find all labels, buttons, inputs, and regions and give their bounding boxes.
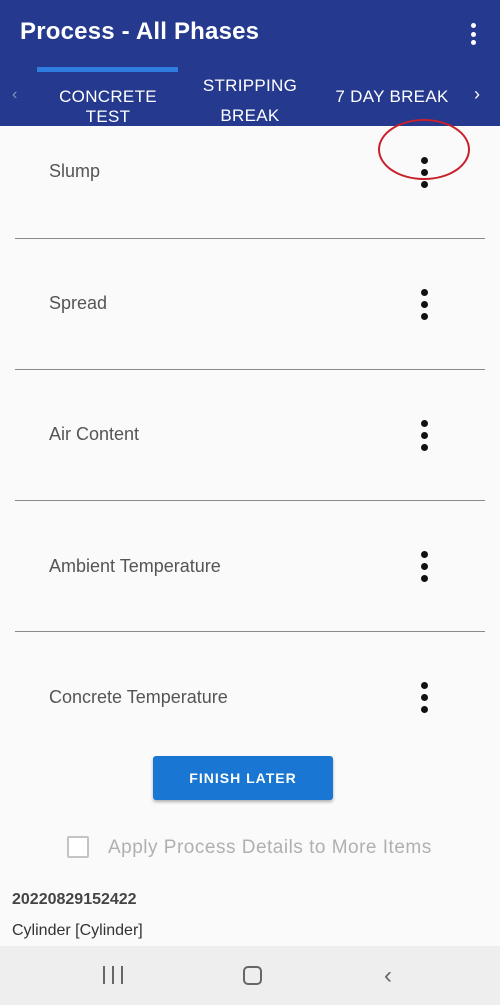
apply-details-label[interactable]: Apply Process Details to More Items: [108, 837, 432, 859]
apply-details-checkbox[interactable]: [67, 836, 89, 858]
test-label: Slump: [49, 161, 101, 181]
more-vert-icon[interactable]: [412, 679, 436, 715]
more-vert-icon[interactable]: [458, 18, 488, 50]
test-label: Air Content: [49, 424, 140, 444]
tab-selected-indicator: [37, 67, 178, 72]
system-nav-bar: ‹: [0, 946, 500, 1005]
item-id: 20220829152422: [12, 891, 137, 908]
tab-scroll-left-icon[interactable]: ‹: [12, 86, 17, 104]
tab-label: STRIPPING: [202, 76, 298, 95]
page-title: Process - All Phases: [20, 18, 260, 45]
tab-scroll-right-icon[interactable]: ›: [474, 84, 480, 105]
back-icon[interactable]: ‹: [384, 962, 392, 990]
item-type: Cylinder [Cylinder]: [12, 922, 143, 939]
test-row-concrete-temperature: Concrete Temperature: [15, 632, 485, 763]
test-label: Concrete Temperature: [49, 687, 228, 707]
test-label: Ambient Temperature: [49, 556, 221, 576]
tab-7-day-break[interactable]: 7 DAY BREAK: [334, 87, 450, 107]
test-row-ambient-temperature: Ambient Temperature: [15, 501, 485, 632]
more-vert-icon[interactable]: [412, 154, 436, 190]
test-row-slump: Slump: [15, 108, 485, 239]
test-row-air-content: Air Content: [15, 370, 485, 501]
more-vert-icon[interactable]: [412, 417, 436, 453]
test-label: Spread: [49, 293, 108, 313]
home-icon[interactable]: [243, 966, 262, 985]
finish-later-button[interactable]: FINISH LATER: [153, 756, 333, 800]
more-vert-icon[interactable]: [412, 286, 436, 322]
more-vert-icon[interactable]: [412, 548, 436, 584]
tab-label: 7 DAY BREAK: [335, 87, 449, 106]
test-row-spread: Spread: [15, 239, 485, 370]
recents-icon[interactable]: [103, 966, 123, 984]
